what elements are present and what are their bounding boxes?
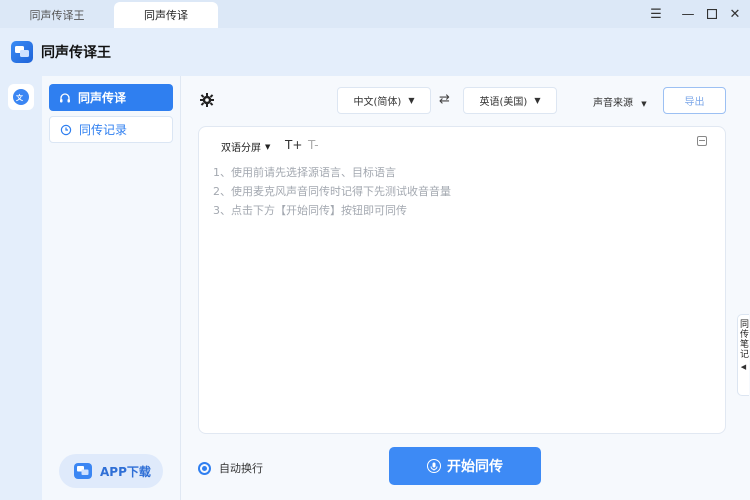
nav-item-records[interactable]: 同传记录	[49, 116, 173, 143]
svg-text:文: 文	[16, 93, 24, 102]
headphones-icon	[59, 92, 71, 104]
source-language-select[interactable]: 中文(简体) ▼	[337, 87, 431, 114]
audio-source-label: 声音来源	[593, 98, 633, 109]
translate-icon: 文	[13, 89, 29, 105]
transcript-card: 双语分屏 ▼ T+ T- 1、使用前请先选择源语言、目标语言 2、使用麦克风声音…	[198, 126, 726, 434]
notes-side-tab-label: 同传笔记	[738, 319, 748, 359]
tab-app-home[interactable]: 同声传译王	[0, 2, 114, 28]
auto-wrap-label: 自动换行	[219, 462, 263, 475]
view-mode-label: 双语分屏	[221, 143, 261, 154]
close-icon[interactable]: ✕	[725, 4, 745, 24]
left-rail: 文	[0, 76, 42, 500]
app-download-label: APP下载	[100, 464, 151, 479]
hint-line: 2、使用麦克风声音同传时记得下先测试收音音量	[213, 185, 451, 198]
tab-strip: 同声传译王 同声传译 ☰ — ✕	[0, 0, 750, 28]
hint-line: 1、使用前请先选择源语言、目标语言	[213, 166, 396, 179]
menu-icon[interactable]: ☰	[646, 4, 666, 24]
chevron-down-icon: ▼	[265, 142, 271, 151]
nav-item-simultaneous[interactable]: 同声传译	[49, 84, 173, 111]
font-decrease-button[interactable]: T-	[308, 138, 319, 152]
main-area: 中文(简体) ▼ ⇄ 英语(美国) ▼ 声音来源 ▼ 导出 双语分屏 ▼ T+ …	[181, 76, 750, 500]
maximize-icon[interactable]	[702, 4, 722, 24]
left-nav: 同声传译 同传记录 APP下载	[42, 76, 181, 500]
app-download-icon	[74, 463, 92, 479]
minimize-icon[interactable]: —	[678, 4, 698, 24]
export-button[interactable]: 导出	[663, 87, 726, 114]
hint-line: 3、点击下方【开始同传】按钮即可同传	[213, 204, 407, 217]
font-increase-button[interactable]: T+	[285, 138, 302, 152]
app-logo-icon	[11, 41, 33, 63]
source-language-value: 中文(简体)	[353, 97, 402, 108]
audio-source-dropdown[interactable]: 声音来源 ▼	[593, 94, 647, 109]
microphone-icon	[427, 459, 441, 473]
app-title: 同声传译王	[41, 45, 111, 61]
clock-icon	[60, 124, 72, 136]
chevron-left-icon: ◀	[740, 363, 747, 371]
view-mode-dropdown[interactable]: 双语分屏 ▼	[221, 139, 271, 155]
rail-translate-button[interactable]: 文	[8, 84, 34, 110]
target-language-value: 英语(美国)	[479, 97, 528, 108]
notes-side-tab[interactable]: 同传笔记 ◀	[737, 314, 749, 396]
auto-wrap-toggle[interactable]: 自动换行	[198, 460, 263, 476]
usage-hints: 1、使用前请先选择源语言、目标语言 2、使用麦克风声音同传时记得下先测试收音音量…	[213, 163, 451, 220]
app-download-button[interactable]: APP下载	[59, 454, 163, 488]
start-label: 开始同传	[447, 459, 503, 475]
chevron-down-icon: ▼	[534, 96, 541, 105]
app-header: 同声传译王	[0, 28, 750, 76]
collapse-icon[interactable]	[697, 136, 707, 146]
chevron-down-icon: ▼	[408, 96, 415, 105]
nav-item-label: 同声传译	[78, 91, 127, 105]
target-language-select[interactable]: 英语(美国) ▼	[463, 87, 557, 114]
start-interpretation-button[interactable]: 开始同传	[389, 447, 541, 485]
radio-checked-icon	[198, 461, 211, 475]
tab-simultaneous[interactable]: 同声传译	[114, 2, 218, 28]
nav-item-label: 同传记录	[79, 123, 128, 137]
settings-gear-icon[interactable]	[199, 92, 215, 108]
swap-languages-icon[interactable]: ⇄	[439, 92, 450, 107]
chevron-down-icon: ▼	[641, 100, 647, 108]
